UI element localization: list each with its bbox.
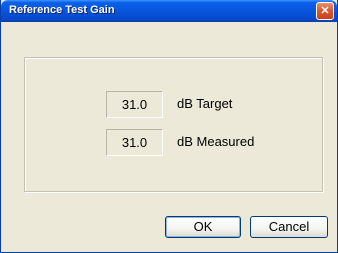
window-title: Reference Test Gain [9,4,115,16]
measured-gain-label: dB Measured [177,134,255,149]
gain-panel: 31.0 dB Target 31.0 dB Measured [24,57,323,192]
reference-test-gain-dialog: Reference Test Gain ✕ 31.0 dB Target 31.… [0,0,338,253]
measured-gain-value: 31.0 [106,129,163,156]
title-bar[interactable]: Reference Test Gain ✕ [1,0,337,22]
target-gain-label: dB Target [177,96,233,111]
close-icon: ✕ [320,5,330,17]
cancel-button[interactable]: Cancel [250,216,328,238]
close-button[interactable]: ✕ [316,2,334,20]
ok-button[interactable]: OK [165,216,241,238]
target-gain-value: 31.0 [106,91,163,118]
